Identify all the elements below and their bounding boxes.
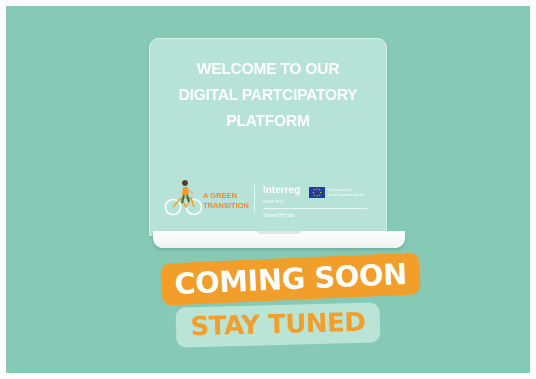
stay-tuned-text: STAY TUNED [190, 307, 366, 343]
headline-line-3: PLATFORM [226, 113, 310, 130]
laptop-base [153, 231, 405, 248]
coming-soon-text: COMING SOON [173, 256, 408, 302]
green-transition-line-2: TRANSITION [203, 201, 249, 210]
cofunded-text: Co-funded by the European Union [328, 187, 364, 197]
cofunded-line-2: the European Union [328, 192, 364, 197]
eu-flag-icon [309, 187, 325, 198]
laptop-base-notch [257, 231, 301, 234]
cyclist-icon [164, 180, 203, 216]
welcome-headline: WELCOME TO OUR DIGITAL PARTCIPATORY PLAT… [150, 57, 386, 135]
green-transition-line-1: A GREEN [203, 191, 237, 200]
stay-tuned-banner: STAY TUNED [175, 302, 381, 348]
logo-divider-horizontal [263, 208, 367, 209]
coming-soon-banner: COMING SOON [160, 252, 421, 306]
project-name: ShareDiff Hub [263, 213, 295, 219]
green-transition-logo: A GREEN TRANSITION [203, 191, 249, 211]
interreg-subtitle: North Sea [263, 199, 284, 204]
headline-line-1: WELCOME TO OUR [196, 61, 340, 78]
laptop-screen: WELCOME TO OUR DIGITAL PARTCIPATORY PLAT… [149, 38, 387, 236]
poster-background: WELCOME TO OUR DIGITAL PARTCIPATORY PLAT… [6, 6, 530, 373]
headline-line-2: DIGITAL PARTCIPATORY [178, 87, 358, 104]
interreg-logo: Interreg [263, 185, 301, 196]
logo-divider [254, 185, 255, 213]
